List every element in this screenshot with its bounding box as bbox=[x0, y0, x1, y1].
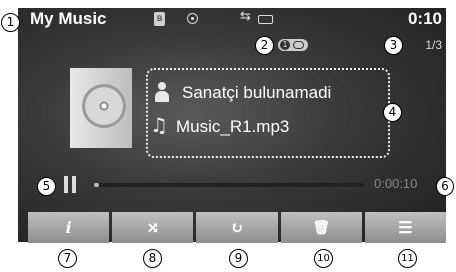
delete-button[interactable]: 🗑 bbox=[280, 212, 362, 243]
repeat-one-number: 1 bbox=[280, 40, 290, 50]
song-info-box[interactable] bbox=[146, 68, 390, 158]
callout-3: 3 bbox=[384, 36, 403, 55]
clock: 0:10 bbox=[407, 9, 442, 28]
song-filename: Music_R1.mp3 bbox=[176, 117, 290, 136]
delete-icon: 🗑 bbox=[312, 219, 331, 236]
progress-bar[interactable] bbox=[94, 183, 364, 187]
callout-1: 1 bbox=[1, 13, 20, 32]
track-position: 1/3 bbox=[425, 38, 442, 52]
callout-11: 11 bbox=[398, 249, 417, 268]
info-icon: i bbox=[65, 218, 72, 237]
music-note-icon: ♫ bbox=[150, 113, 168, 137]
repeat-button[interactable]: ↻ bbox=[196, 212, 278, 243]
callout-9: 9 bbox=[229, 249, 248, 268]
repeat-one-badge: 1 bbox=[278, 39, 308, 51]
list-button[interactable]: ☰ bbox=[364, 212, 447, 243]
artist-name: Sanatçi bulunamadi bbox=[182, 83, 332, 102]
repeat-icon: ↻ bbox=[230, 218, 244, 237]
callout-4: 4 bbox=[383, 103, 402, 122]
list-icon: ☰ bbox=[398, 218, 413, 237]
usb-icon: ⇆ bbox=[240, 9, 251, 24]
album-art bbox=[70, 68, 132, 148]
callout-2: 2 bbox=[255, 36, 274, 55]
callout-10: 10 bbox=[314, 249, 333, 268]
info-button[interactable]: i bbox=[28, 212, 110, 243]
callout-8: 8 bbox=[143, 249, 162, 268]
progress-fill bbox=[94, 183, 100, 187]
disc-mode-icon bbox=[187, 13, 198, 24]
control-bar: i ⤨ ↻ 🗑 ☰ bbox=[28, 212, 447, 243]
shuffle-button[interactable]: ⤨ bbox=[112, 212, 194, 243]
pause-button[interactable] bbox=[64, 176, 76, 193]
artist-icon bbox=[155, 82, 169, 102]
callout-7: 7 bbox=[58, 249, 77, 268]
usb-plug-icon bbox=[258, 15, 273, 24]
repeat-icon bbox=[293, 41, 304, 49]
page-title: My Music bbox=[30, 9, 107, 28]
callout-5: 5 bbox=[37, 177, 56, 196]
callout-6: 6 bbox=[436, 177, 454, 196]
bluetooth-icon: ʙ bbox=[154, 12, 165, 26]
elapsed-time: 0:00:10 bbox=[374, 176, 418, 191]
shuffle-icon: ⤨ bbox=[146, 218, 160, 237]
disc-icon bbox=[82, 84, 126, 128]
